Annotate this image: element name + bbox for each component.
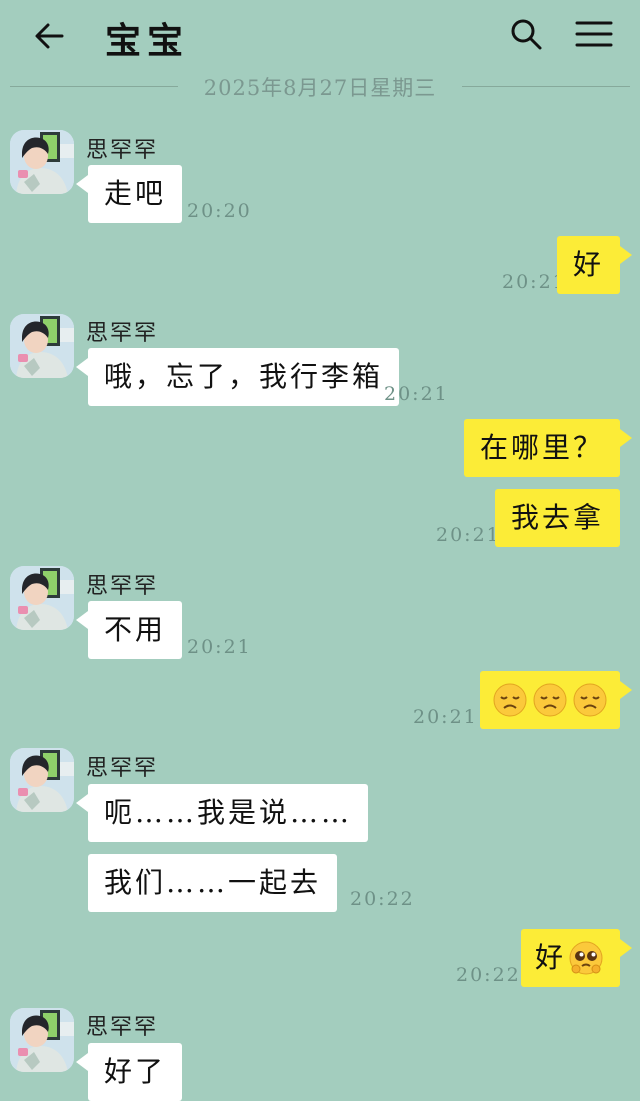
search-icon[interactable]	[506, 14, 546, 54]
pleading-face-icon	[569, 941, 603, 975]
message-bubble-incoming[interactable]: 好了	[75, 1043, 183, 1101]
sender-name: 思罕罕	[86, 574, 159, 599]
message-bubble-outgoing[interactable]: 好	[520, 929, 633, 987]
message-bubble-incoming[interactable]: 走吧	[75, 165, 183, 223]
contact-avatar[interactable]	[10, 314, 74, 378]
contact-avatar[interactable]	[10, 130, 74, 194]
message-time: 20:22	[456, 964, 521, 986]
date-divider: 2025年8月27日星期三	[10, 74, 630, 100]
back-arrow-icon[interactable]	[30, 16, 70, 56]
message-text: 好	[534, 941, 566, 974]
contact-avatar[interactable]	[10, 1008, 74, 1072]
message-time: 20:20	[187, 200, 252, 222]
sender-name: 思罕罕	[86, 756, 159, 781]
message-bubble-incoming[interactable]: 呃……我是说……	[75, 784, 369, 842]
hamburger-menu-icon[interactable]	[572, 14, 616, 54]
contact-avatar[interactable]	[10, 566, 74, 630]
top-bar: 宝宝	[0, 0, 640, 72]
disappointed-face-icon	[533, 683, 567, 717]
disappointed-face-icon	[493, 683, 527, 717]
message-bubble-outgoing[interactable]: 在哪里？	[463, 419, 633, 477]
contact-avatar[interactable]	[10, 748, 74, 812]
message-bubble-outgoing[interactable]	[480, 671, 632, 729]
message-bubble-incoming[interactable]: 不用	[75, 601, 183, 659]
message-time: 20:21	[436, 524, 501, 546]
chat-title: 宝宝	[105, 20, 190, 62]
message-bubble-incoming[interactable]: 我们……一起去	[88, 854, 338, 912]
sender-name: 思罕罕	[86, 138, 159, 163]
message-time: 20:21	[413, 706, 478, 728]
message-time: 20:21	[187, 636, 252, 658]
sender-name: 思罕罕	[86, 321, 159, 346]
message-time: 20:22	[350, 888, 415, 910]
date-divider-text: 2025年8月27日星期三	[203, 76, 437, 100]
disappointed-face-icon	[573, 683, 607, 717]
sender-name: 思罕罕	[86, 1015, 159, 1040]
message-time: 20:21	[384, 383, 449, 405]
message-bubble-incoming[interactable]: 哦，忘了，我行李箱	[75, 348, 400, 406]
message-bubble-outgoing[interactable]: 我去拿	[494, 489, 620, 547]
message-bubble-outgoing[interactable]: 好	[556, 236, 633, 294]
